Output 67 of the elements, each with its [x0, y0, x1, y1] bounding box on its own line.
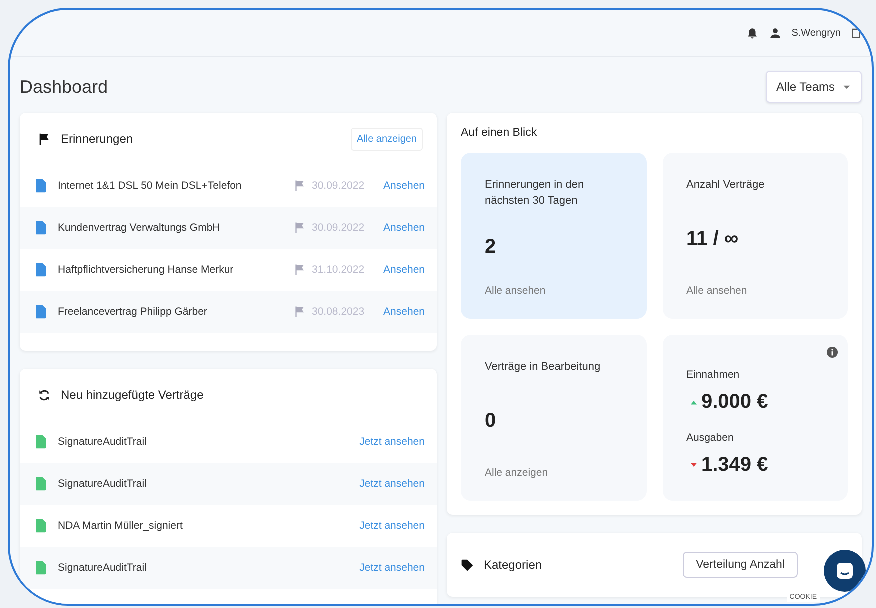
- document-icon: [36, 179, 46, 193]
- contract-name: Internet 1&1 DSL 50 Mein DSL+Telefon: [58, 180, 243, 192]
- view-link[interactable]: Ansehen: [384, 222, 425, 234]
- view-link[interactable]: Jetzt ansehen: [360, 520, 425, 532]
- view-link[interactable]: Ansehen: [384, 264, 425, 276]
- contract-name: Freelancevertrag Philipp Gärber: [58, 306, 208, 318]
- document-icon: [36, 519, 46, 533]
- contract-name: SignatureAuditTrail: [58, 562, 148, 574]
- page-title: Dashboard: [20, 76, 108, 98]
- flag-icon: [294, 306, 306, 318]
- tile-label: Anzahl Verträge: [686, 178, 766, 193]
- down-triangle-icon: [690, 463, 696, 468]
- distribution-dropdown[interactable]: Verteilung Anzahl: [683, 552, 798, 578]
- reminder-date: 30.08.2023: [312, 306, 366, 318]
- flag-icon: [294, 180, 306, 192]
- finance-label: Einnahmen: [686, 369, 741, 381]
- view-link[interactable]: Jetzt ansehen: [360, 562, 425, 574]
- user-name[interactable]: S.Wengryn: [792, 28, 841, 38]
- view-link[interactable]: Ansehen: [384, 180, 425, 192]
- chat-icon: [835, 561, 855, 581]
- document-icon: [36, 561, 46, 575]
- contract-name: Haftpflichtversicherung Hanse Merkur: [58, 264, 235, 276]
- contract-name: SignatureAuditTrail: [58, 436, 148, 448]
- finance-amount: 1.349 €: [702, 454, 768, 477]
- card-title: Kategorien: [484, 558, 542, 572]
- up-triangle-icon: [690, 400, 696, 405]
- card-title: Auf einen Blick: [461, 127, 538, 139]
- reminder-date: 31.10.2022: [312, 264, 366, 276]
- contract-name: SignatureAuditTrail: [58, 478, 148, 490]
- tile-link[interactable]: Alle anzeigen: [485, 467, 622, 479]
- card-title: Erinnerungen: [61, 132, 134, 146]
- view-link[interactable]: Ansehen: [384, 306, 425, 318]
- document-icon: [36, 435, 46, 449]
- tile-label: Erinnerungen in den nächsten 30 Tagen: [485, 178, 586, 209]
- document-icon: [36, 221, 46, 235]
- team-dropdown[interactable]: Alle Teams: [766, 71, 862, 103]
- stat-tile[interactable]: Anzahl Verträge 11 / ∞ Alle ansehen: [662, 153, 848, 319]
- view-link[interactable]: Jetzt ansehen: [360, 478, 425, 490]
- card-title: Neu hinzugefügte Verträge: [61, 388, 204, 402]
- stat-tile[interactable]: Erinnerungen in den nächsten 30 Tagen 2 Alle ansehen: [461, 153, 646, 319]
- document-icon: [36, 477, 46, 491]
- info-icon[interactable]: [827, 347, 838, 358]
- tile-value: 0: [485, 410, 498, 432]
- refresh-icon: [38, 388, 51, 402]
- contract-name: Kundenvertrag Verwaltungs GmbH: [58, 222, 222, 234]
- tag-icon: [461, 558, 474, 572]
- bell-icon[interactable]: [746, 26, 759, 40]
- tile-label: Verträge in Bearbeitung: [485, 360, 602, 375]
- view-link[interactable]: Jetzt ansehen: [360, 436, 425, 448]
- finance-amount: 9.000 €: [702, 391, 768, 414]
- flag-icon: [294, 264, 306, 276]
- reminder-date: 30.09.2022: [312, 222, 366, 234]
- caret-icon: [843, 84, 851, 90]
- document-icon: [36, 305, 46, 319]
- show-all-button[interactable]: Alle anzeigen: [350, 128, 423, 150]
- document-icon: [36, 263, 46, 277]
- stat-tile[interactable]: Verträge in Bearbeitung 0 Alle anzeigen: [461, 335, 646, 501]
- user-icon: [768, 26, 782, 40]
- contract-name: NDA Martin Müller_signiert: [58, 520, 184, 532]
- flag-icon: [294, 222, 306, 234]
- tile-value: 11 / ∞: [686, 228, 740, 250]
- tile-link[interactable]: Alle ansehen: [485, 285, 622, 297]
- finance-label: Ausgaben: [686, 432, 735, 444]
- tile-value: 2: [485, 236, 498, 258]
- reminder-date: 30.09.2022: [312, 180, 366, 192]
- tile-link[interactable]: Alle ansehen: [686, 285, 824, 297]
- flag-icon: [38, 132, 51, 146]
